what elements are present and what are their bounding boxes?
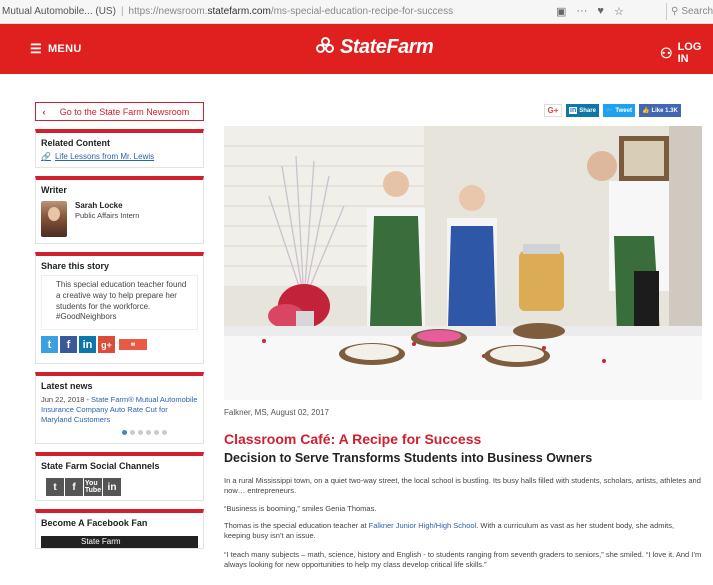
menu-search-icon: ☰ <box>30 41 42 56</box>
card-title: Latest news <box>41 381 93 392</box>
school-link[interactable]: Falkner Junior High/High School <box>369 521 477 530</box>
facebook-banner[interactable]: State Farm <box>41 536 198 549</box>
thumbs-up-icon: 👍 <box>641 108 650 114</box>
statefarm-logo[interactable]: StateFarm <box>316 36 434 59</box>
google-plus-icon[interactable]: g+ <box>98 336 115 354</box>
carousel-dot[interactable] <box>130 430 135 436</box>
linkedin-icon[interactable]: in <box>103 478 121 497</box>
writer-avatar <box>41 201 67 237</box>
login-button[interactable]: ⚇ LOG IN <box>660 41 713 65</box>
linkedin-share-button[interactable]: in Share <box>566 104 599 117</box>
linkedin-icon[interactable]: in <box>79 336 96 354</box>
card-title: Writer <box>41 185 67 195</box>
social-share-bar: G+ in Share 🐦 Tweet 👍 Like 1.3K <box>544 104 681 117</box>
writer-name: Sarah Locke <box>75 201 123 210</box>
email-share-icon[interactable]: ✉ <box>119 339 147 351</box>
left-sidebar: ‹ Go to the State Farm Newsroom Related … <box>35 102 204 550</box>
news-item[interactable]: Jun 22, 2018 - State Farm® Mutual Automo… <box>41 395 198 424</box>
share-story-text: This special education teacher found a c… <box>41 275 198 331</box>
social-channels-card: State Farm Social Channels t f You Tube i… <box>35 452 204 502</box>
url-separator: | <box>120 6 124 17</box>
article-hero-photo <box>224 126 702 400</box>
tweet-button[interactable]: 🐦 Tweet <box>602 104 635 117</box>
site-identity: Mutual Automobile... (US) <box>2 6 116 17</box>
pocket-icon[interactable]: ♥ <box>597 5 604 18</box>
google-plus-share-button[interactable]: G+ <box>544 104 562 117</box>
logo-rings-icon <box>316 36 336 58</box>
writer-role: Public Affairs Intern <box>75 211 140 220</box>
facebook-fan-card: Become A Facebook Fan State Farm <box>35 509 204 550</box>
social-channel-icons: t f You Tube in <box>36 475 203 500</box>
article-paragraph: In a rural Mississippi town, on a quiet … <box>224 476 701 496</box>
article-headline: Classroom Café: A Recipe for Success <box>224 431 482 447</box>
carousel-dot[interactable] <box>162 430 167 436</box>
card-title: State Farm Social Channels <box>41 461 160 472</box>
related-content-card: Related Content 🔗 Life Lessons from Mr. … <box>35 129 204 168</box>
twitter-icon[interactable]: t <box>46 478 64 497</box>
card-title: Related Content <box>41 138 111 148</box>
newsroom-back-button[interactable]: ‹ Go to the State Farm Newsroom <box>35 102 204 121</box>
twitter-icon[interactable]: t <box>41 336 58 354</box>
carousel-dot[interactable] <box>138 430 143 436</box>
share-story-card: Share this story This special education … <box>35 252 204 365</box>
carousel-dot[interactable] <box>146 430 151 436</box>
carousel-dot[interactable] <box>122 430 127 436</box>
carousel-dot[interactable] <box>154 430 159 436</box>
article-paragraph: Thomas is the special education teacher … <box>224 521 675 541</box>
article-dateline: Falkner, MS, August 02, 2017 <box>224 408 329 417</box>
url-text[interactable]: https://newsroom.statefarm.com/ms-specia… <box>129 6 454 17</box>
facebook-icon[interactable]: f <box>60 336 77 354</box>
hero-photo-illustration <box>224 126 702 400</box>
carousel-dots <box>41 424 198 437</box>
article-subhead: Decision to Serve Transforms Students in… <box>224 451 593 465</box>
menu-button[interactable]: ☰ MENU <box>30 41 82 57</box>
card-title: Share this story <box>41 261 110 271</box>
reader-view-icon[interactable]: ▣ <box>556 5 566 18</box>
link-icon: 🔗 <box>41 152 51 161</box>
facebook-icon[interactable]: f <box>65 478 83 497</box>
article-paragraph: “I teach many subjects – math, science, … <box>224 550 702 570</box>
twitter-bird-icon: 🐦 <box>605 108 614 114</box>
facebook-like-button[interactable]: 👍 Like 1.3K <box>638 104 681 117</box>
card-title: Become A Facebook Fan <box>41 518 148 529</box>
site-header: ☰ MENU StateFarm ⚇ LOG IN <box>0 24 713 74</box>
youtube-icon[interactable]: You Tube <box>84 478 102 497</box>
more-actions-icon[interactable]: ··· <box>576 5 587 18</box>
chevron-left-icon: ‹ <box>42 106 46 117</box>
browser-toolbar-icons: ▣ ··· ♥ ☆ <box>556 5 624 18</box>
latest-news-card: Latest news Jun 22, 2018 - State Farm® M… <box>35 372 204 445</box>
related-link[interactable]: 🔗 Life Lessons from Mr. Lewis <box>41 152 198 161</box>
linkedin-icon: in <box>569 107 578 114</box>
writer-card: Writer Sarah Locke Public Affairs Intern <box>35 176 204 244</box>
bookmark-star-icon[interactable]: ☆ <box>614 5 624 18</box>
user-icon: ⚇ <box>660 44 673 61</box>
search-icon: ⚲ <box>671 6 679 17</box>
share-icons: t f in g+ ✉ <box>41 336 198 357</box>
browser-search-input[interactable]: ⚲ Search <box>666 3 713 20</box>
article-paragraph: “Business is booming,” smiles Genia Thom… <box>224 504 377 513</box>
